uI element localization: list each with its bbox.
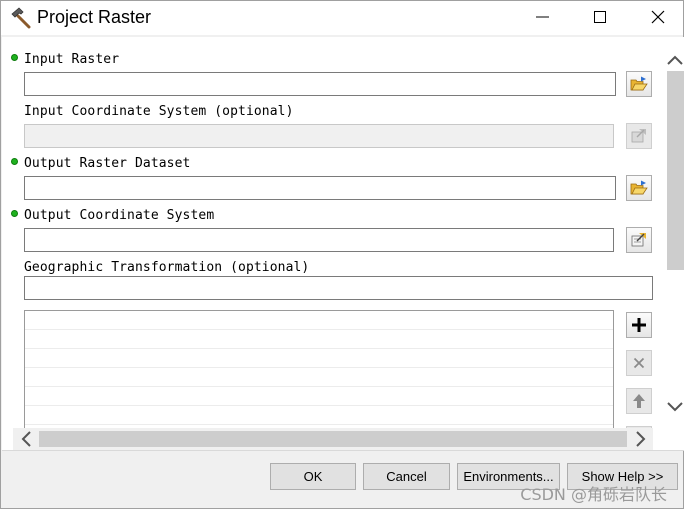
input-coordinate-system-label: Input Coordinate System (optional) bbox=[24, 104, 294, 119]
list-item[interactable] bbox=[25, 387, 613, 406]
input-raster-input[interactable] bbox=[25, 73, 615, 95]
vertical-scrollbar[interactable] bbox=[665, 49, 684, 444]
window-title: Project Raster bbox=[37, 7, 152, 27]
hammer-icon bbox=[10, 7, 34, 29]
browse-input-raster-button[interactable] bbox=[626, 71, 652, 97]
remove-icon bbox=[633, 357, 645, 369]
cancel-button[interactable]: Cancel bbox=[363, 463, 450, 490]
remove-button bbox=[626, 350, 652, 376]
spatial-reference-icon bbox=[631, 233, 646, 247]
required-indicator bbox=[11, 210, 18, 217]
output-coordinate-system-field[interactable] bbox=[24, 228, 614, 252]
list-item[interactable] bbox=[25, 349, 613, 368]
input-raster-label: Input Raster bbox=[24, 52, 120, 67]
scroll-right-icon[interactable] bbox=[634, 430, 648, 448]
list-item[interactable] bbox=[25, 368, 613, 387]
list-item[interactable] bbox=[25, 311, 613, 330]
ok-button[interactable]: OK bbox=[270, 463, 356, 490]
folder-open-icon bbox=[630, 180, 648, 195]
geographic-transformation-label: Geographic Transformation (optional) bbox=[24, 260, 310, 275]
add-button[interactable] bbox=[626, 312, 652, 338]
maximize-icon bbox=[594, 11, 606, 23]
output-coordinate-system-input[interactable] bbox=[25, 229, 613, 251]
input-coordinate-system-input bbox=[25, 125, 613, 147]
output-raster-field[interactable] bbox=[24, 176, 616, 200]
footer-divider bbox=[2, 450, 684, 451]
input-raster-field[interactable] bbox=[24, 72, 616, 96]
geographic-transformation-field[interactable] bbox=[24, 276, 653, 300]
input-coordinate-system-field bbox=[24, 124, 614, 148]
minimize-icon bbox=[536, 16, 549, 18]
dialog-window: Project Raster Input Raster Input Coordi… bbox=[0, 0, 684, 509]
scroll-left-icon[interactable] bbox=[19, 430, 33, 448]
output-raster-label: Output Raster Dataset bbox=[24, 156, 191, 171]
browse-output-raster-button[interactable] bbox=[626, 175, 652, 201]
horizontal-scrollbar[interactable] bbox=[13, 428, 653, 450]
spatial-reference-icon bbox=[631, 129, 646, 143]
move-up-icon bbox=[633, 394, 645, 408]
title-bar: Project Raster bbox=[1, 1, 683, 35]
required-indicator bbox=[11, 158, 18, 165]
add-icon bbox=[632, 318, 646, 332]
watermark: CSDN @角砾岩队长 bbox=[520, 485, 667, 504]
input-coordinate-system-properties-button bbox=[626, 123, 652, 149]
minimize-button[interactable] bbox=[518, 1, 568, 33]
scroll-down-icon[interactable] bbox=[666, 400, 684, 414]
scroll-up-icon[interactable] bbox=[666, 53, 684, 67]
close-button[interactable] bbox=[633, 1, 683, 33]
close-icon bbox=[651, 10, 665, 24]
required-indicator bbox=[11, 54, 18, 61]
list-item[interactable] bbox=[25, 406, 613, 425]
parameter-panel: Input Raster Input Coordinate System (op… bbox=[2, 37, 684, 450]
horizontal-scroll-thumb[interactable] bbox=[39, 431, 627, 447]
vertical-scroll-thumb[interactable] bbox=[667, 71, 684, 270]
output-coordinate-system-properties-button[interactable] bbox=[626, 227, 652, 253]
geographic-transformation-input[interactable] bbox=[25, 277, 652, 299]
maximize-button[interactable] bbox=[575, 1, 625, 33]
output-coordinate-system-label: Output Coordinate System bbox=[24, 208, 215, 223]
list-item[interactable] bbox=[25, 330, 613, 349]
output-raster-input[interactable] bbox=[25, 177, 615, 199]
move-up-button bbox=[626, 388, 652, 414]
folder-open-icon bbox=[630, 76, 648, 91]
